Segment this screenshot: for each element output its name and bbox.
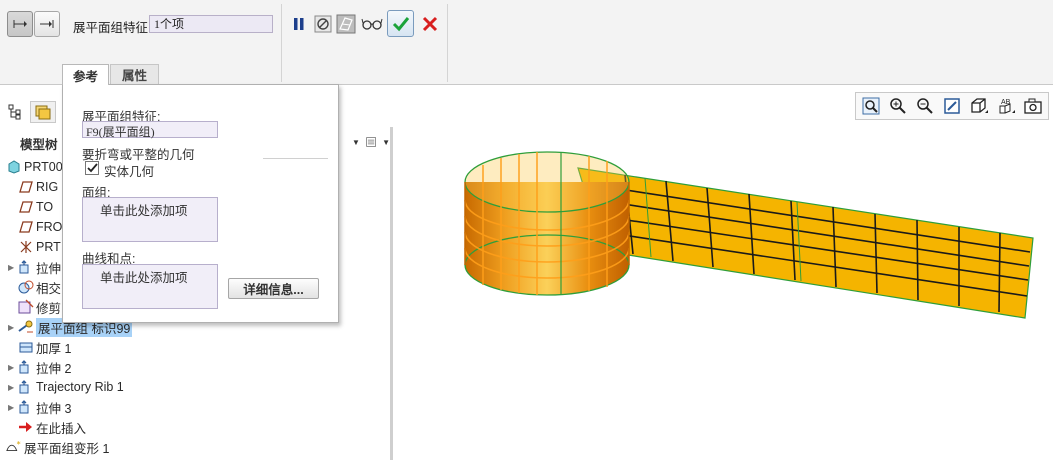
tree-item-label: 展平面组变形 1 [24,441,110,456]
cancel-x-icon[interactable] [419,12,441,36]
ok-check-icon[interactable] [387,10,414,37]
tree-item-label: FRO [36,220,63,234]
tree-item[interactable]: 相交 [8,277,61,297]
extrude-icon [18,399,34,415]
rib-icon [18,379,34,395]
tree-item-label: 修剪 [36,301,62,316]
extrude-icon [18,259,34,275]
curves-points-collector[interactable]: 单击此处添加项 [82,264,218,309]
repaint-icon[interactable] [940,95,963,117]
tree-item[interactable]: * 展平面组变形 1 [6,437,109,457]
tree-item[interactable]: ▶ 拉伸 3 [8,397,71,417]
pause-icon[interactable] [288,12,310,36]
intersect-icon [18,279,34,295]
tree-item-label: 拉伸 2 [36,361,72,376]
feature-dashboard: 展平面组特征 1个项 参考 属性 [0,0,1053,85]
view-manager-camera-icon[interactable] [1021,95,1044,117]
quilt-collector[interactable]: 单击此处添加项 [82,197,218,242]
expand-arrow-icon[interactable]: ▶ [8,363,18,372]
tree-item-label: 加厚 1 [36,341,72,356]
svg-text:*: * [17,440,21,449]
expand-arrow-icon[interactable]: ▶ [8,383,18,392]
tree-item[interactable]: FRO [8,217,62,237]
tree-item[interactable]: ▶ Trajectory Rib 1 [8,377,124,397]
flatten-deform-icon: * [6,439,22,455]
unfold-mode-button[interactable] [7,11,33,37]
datum-plane-icon [18,179,34,195]
refit-icon[interactable] [859,95,882,117]
no-preview-icon[interactable] [312,12,334,36]
tree-item-label: Trajectory Rib 1 [36,380,124,394]
tree-settings-button[interactable]: ▼ ▼ [352,132,390,152]
details-button[interactable]: 详细信息... [228,278,319,299]
tree-item[interactable]: PRT000 [6,157,70,177]
tree-item-label: 在此插入 [36,421,87,436]
tab-properties[interactable]: 属性 [110,64,159,85]
expand-arrow-icon[interactable]: ▶ [8,263,18,272]
model-tree-tab-icon[interactable] [2,101,28,123]
tree-item[interactable]: 在此插入 [8,417,86,437]
graphics-toolbar: AB [855,92,1049,120]
tree-item[interactable]: 加厚 1 [8,337,71,357]
folder-browser-tab-icon[interactable] [30,101,56,123]
extrude-icon [18,359,34,375]
datum-plane-icon [18,199,34,215]
tree-item[interactable]: 修剪 [8,297,61,317]
expand-arrow-icon[interactable]: ▶ [8,403,18,412]
insert-here-arrow-icon [18,419,34,435]
tree-item-label: PRT [36,240,61,254]
geometry-preview-icon[interactable] [335,12,357,36]
part-icon [6,159,22,175]
zoom-in-icon[interactable] [886,95,909,117]
unfold-variant-button[interactable] [34,11,60,37]
divider [447,4,448,82]
tree-item[interactable]: RIG [8,177,58,197]
expand-arrow-icon[interactable]: ▶ [8,323,18,332]
tab-references[interactable]: 参考 [62,64,109,85]
tree-item-label: TO [36,200,54,214]
divider [263,158,328,159]
curves-points-placeholder: 单击此处添加项 [100,271,188,285]
unfold-feature-collector[interactable]: F9(展平面组) [82,121,218,139]
feature-collector-field[interactable]: 1个项 [149,15,273,33]
datum-plane-icon [18,219,34,235]
tree-item[interactable]: PRT [8,237,61,257]
tree-item-label: 拉伸 [36,261,62,276]
flatten-quilt-icon [18,319,34,335]
coordinate-system-icon [18,239,34,255]
tree-item-label: 拉伸 3 [36,401,72,416]
tree-item[interactable]: TO [8,197,53,217]
solid-geometry-label: 实体几何 [104,165,155,179]
divider [281,4,282,82]
model-tree-header: 模型树 [20,138,58,152]
feature-label: 展平面组特征 [73,21,149,35]
verify-glasses-icon[interactable] [361,12,383,36]
thicken-icon [18,339,34,355]
zoom-out-icon[interactable] [913,95,936,117]
quilt-collector-placeholder: 单击此处添加项 [100,204,188,218]
display-style-icon[interactable] [967,95,990,117]
graphics-area-3d-model[interactable] [393,130,1053,340]
tree-item[interactable]: ▶ 拉伸 [8,257,61,277]
saved-views-icon[interactable]: AB [994,95,1017,117]
flattened-strip [577,167,1034,319]
references-panel: 展平面组特征: F9(展平面组) 要折弯或平整的几何 实体几何 面组: 单击此处… [62,84,339,323]
tree-item-label: 相交 [36,281,62,296]
solid-geometry-checkbox[interactable] [85,161,99,175]
tree-item-label: RIG [36,180,59,194]
rolled-cylinder [464,151,630,296]
tree-item[interactable]: ▶ 拉伸 2 [8,357,71,377]
tree-columns-icon [366,137,376,147]
trim-icon [18,299,34,315]
